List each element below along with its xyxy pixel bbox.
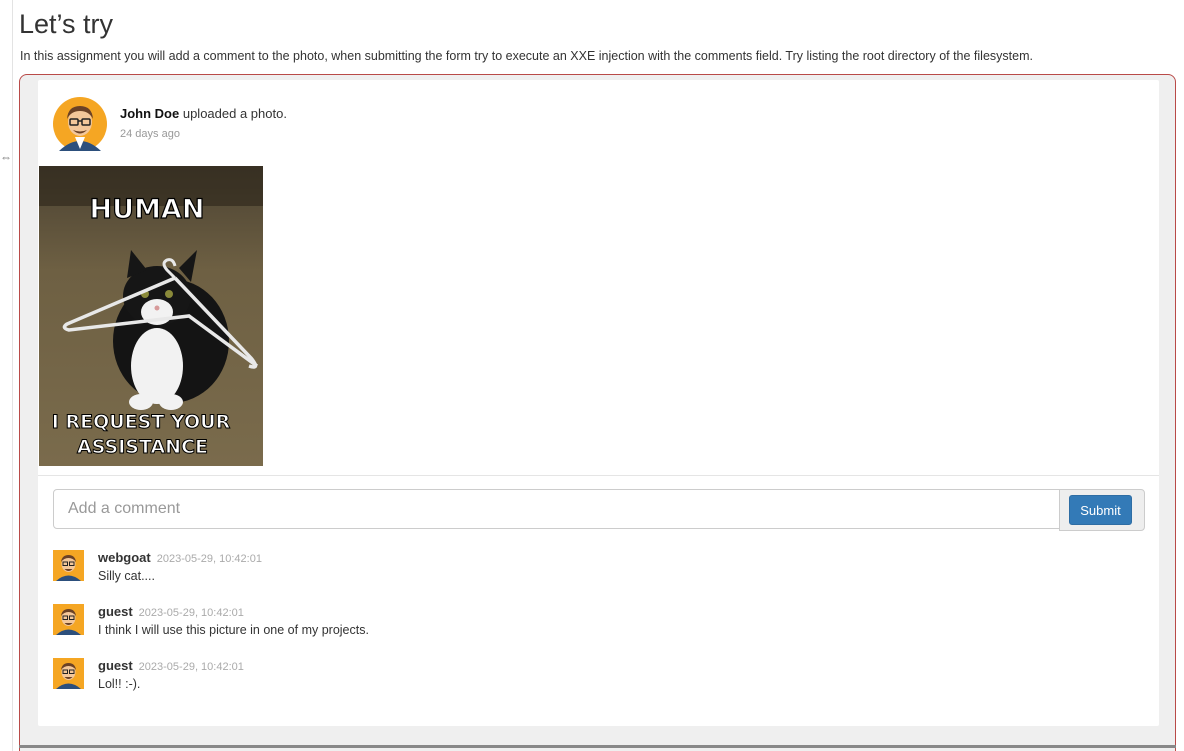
post-timestamp: 24 days ago xyxy=(120,128,180,140)
meme-top-caption: HUMAN xyxy=(90,194,205,225)
meme-bottom-caption-line2: ASSISTANCE xyxy=(77,436,208,458)
page-title: Let’s try xyxy=(19,9,114,39)
user-avatar-icon xyxy=(53,604,84,635)
comment-username[interactable]: guest xyxy=(98,604,133,619)
comment-header: guest 2023-05-29, 10:42:01 xyxy=(98,658,244,675)
comment-header: webgoat 2023-05-29, 10:42:01 xyxy=(98,550,262,567)
divider xyxy=(38,475,1159,476)
post-action: uploaded a photo. xyxy=(179,106,287,121)
cat-meme-photo: HUMAN I REQUEST YOUR ASSISTANCE xyxy=(39,166,263,466)
comment-header: guest 2023-05-29, 10:42:01 xyxy=(98,604,244,621)
post-header: John Doe uploaded a photo. xyxy=(120,106,287,122)
assignment-description: In this assignment you will add a commen… xyxy=(20,49,1033,63)
submit-addon: Submit xyxy=(1059,489,1145,531)
meme-bottom-caption-line1: I REQUEST YOUR xyxy=(52,411,231,433)
comment-item: guest 2023-05-29, 10:42:01 I think I will… xyxy=(53,604,1133,644)
comment-timestamp: 2023-05-29, 10:42:01 xyxy=(156,553,262,565)
comment-text: I think I will use this picture in one o… xyxy=(98,623,369,637)
user-avatar-icon xyxy=(53,550,84,581)
comment-input[interactable] xyxy=(53,489,1060,529)
comment-text: Silly cat.... xyxy=(98,569,155,583)
comment-item: webgoat 2023-05-29, 10:42:01 Silly cat...… xyxy=(53,550,1133,590)
resize-arrow-icon[interactable]: ⇔ xyxy=(0,151,12,163)
comment-timestamp: 2023-05-29, 10:42:01 xyxy=(138,661,244,673)
comment-item: guest 2023-05-29, 10:42:01 Lol!! :-). xyxy=(53,658,1133,698)
bottom-edge xyxy=(19,745,1176,748)
page: ⇔ Let’s try In this assignment you will … xyxy=(0,0,1184,751)
post-author[interactable]: John Doe xyxy=(120,106,179,121)
user-avatar-icon xyxy=(53,97,107,151)
user-avatar-icon xyxy=(53,658,84,689)
comment-username[interactable]: webgoat xyxy=(98,550,151,565)
comment-username[interactable]: guest xyxy=(98,658,133,673)
photo-post-card: John Doe uploaded a photo. 24 days ago H… xyxy=(38,80,1159,726)
comment-form: Submit xyxy=(53,489,1145,531)
sidebar-edge xyxy=(12,0,13,751)
comment-timestamp: 2023-05-29, 10:42:01 xyxy=(138,607,244,619)
submit-button[interactable]: Submit xyxy=(1069,495,1132,525)
comment-text: Lol!! :-). xyxy=(98,677,141,691)
